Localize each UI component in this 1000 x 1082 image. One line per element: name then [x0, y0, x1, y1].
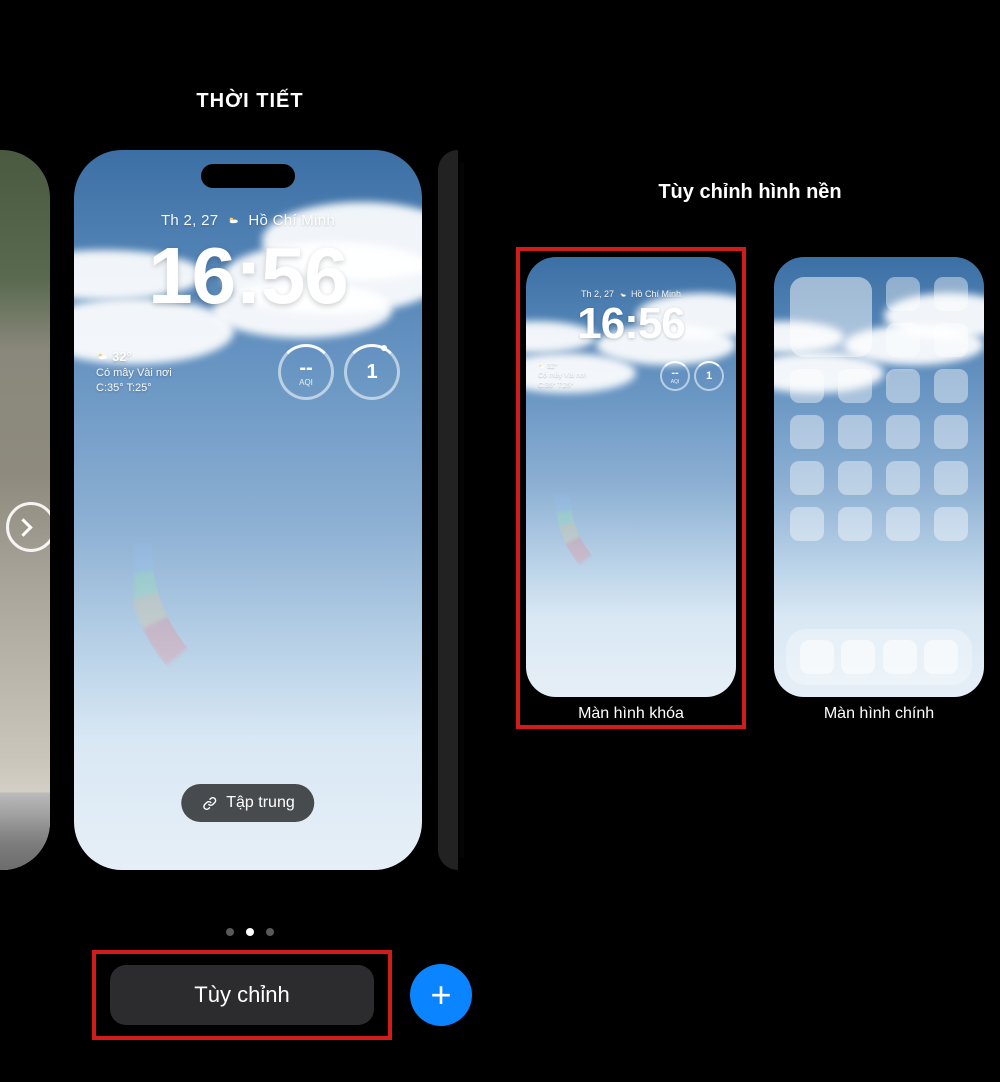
- dock-app-icon: [841, 640, 875, 674]
- dock-app-icon: [924, 640, 958, 674]
- weather-summary: Có mây Vài nơi: [538, 371, 586, 380]
- homescreen-thumb[interactable]: [774, 257, 984, 697]
- rainbow-decoration: [124, 370, 422, 730]
- home-icon-grid: [790, 277, 968, 541]
- lockscreen-time: 16:56: [74, 230, 422, 322]
- aqi-widget[interactable]: -- AQI: [278, 344, 334, 400]
- app-icon: [934, 323, 968, 357]
- left-pane: THỜI TIẾT Th 2, 27 Hồ Chí Minh 16:56: [0, 80, 500, 1082]
- app-icon: [838, 415, 872, 449]
- link-icon: [201, 795, 218, 812]
- homescreen-caption: Màn hình chính: [774, 705, 984, 723]
- weather-icon: [619, 291, 627, 299]
- app-icon: [934, 277, 968, 311]
- aqi-label: AQI: [299, 378, 313, 387]
- weather-icon: [227, 214, 240, 227]
- app-icon: [790, 369, 824, 403]
- page-dot: [226, 928, 234, 936]
- weather-icon: [96, 350, 109, 363]
- aqi-label: AQI: [671, 379, 680, 385]
- lockscreen-thumb-highlight: Th 2, 27 Hồ Chí Minh 16:56: [516, 247, 746, 729]
- dynamic-island: [201, 164, 295, 188]
- right-pane: Tùy chỉnh hình nền Th 2, 27: [500, 125, 1000, 875]
- lockscreen-location: Hồ Chí Minh: [631, 289, 681, 299]
- app-icon: [886, 277, 920, 311]
- app-icon: [838, 507, 872, 541]
- app-icon: [790, 461, 824, 495]
- previous-wallpaper-card[interactable]: [0, 150, 50, 870]
- home-widget: [790, 277, 872, 357]
- weather-summary: Có mây Vài nơi: [96, 366, 172, 381]
- aqi-value: --: [671, 367, 678, 379]
- app-icon: [886, 323, 920, 357]
- page-dot: [266, 928, 274, 936]
- customize-button[interactable]: Tùy chỉnh: [110, 965, 374, 1025]
- camera-shortcut-icon: [6, 502, 50, 552]
- rainbow-decoration: [554, 393, 736, 603]
- add-wallpaper-button[interactable]: +: [410, 964, 472, 1026]
- app-icon: [790, 415, 824, 449]
- customize-label: Tùy chỉnh: [194, 982, 289, 1008]
- customize-wallpaper-title: Tùy chỉnh hình nền: [500, 181, 1000, 204]
- home-dock: [786, 629, 972, 685]
- uv-value: 1: [366, 362, 377, 382]
- lockscreen-location: Hồ Chí Minh: [248, 212, 335, 229]
- uv-value: 1: [706, 370, 712, 382]
- uv-widget[interactable]: 1: [344, 344, 400, 400]
- app-icon: [934, 415, 968, 449]
- weather-temp: 32°: [547, 363, 558, 370]
- lockscreen-widgets-row: 32° Có mây Vài nơi C:35° T:25° -- AQI 1: [538, 361, 724, 391]
- aqi-widget: -- AQI: [660, 361, 690, 391]
- app-icon: [934, 507, 968, 541]
- app-icon: [886, 369, 920, 403]
- weather-temp: 32°: [112, 349, 132, 364]
- plus-icon: +: [430, 974, 451, 1016]
- app-icon: [934, 461, 968, 495]
- app-icon: [934, 369, 968, 403]
- lockscreen-time: 16:56: [526, 299, 736, 349]
- app-icon: [886, 461, 920, 495]
- next-wallpaper-card[interactable]: [438, 150, 458, 870]
- focus-button[interactable]: Tập trung: [181, 784, 314, 822]
- page-indicator: [0, 928, 500, 936]
- lockscreen-widgets-row: 32° Có mây Vài nơi C:35° T:25° -- AQI 1: [96, 340, 400, 404]
- focus-label: Tập trung: [226, 794, 294, 812]
- dock-app-icon: [800, 640, 834, 674]
- app-icon: [790, 507, 824, 541]
- lockscreen-date-row: Th 2, 27 Hồ Chí Minh: [526, 289, 736, 299]
- app-icon: [838, 369, 872, 403]
- lockscreen-date-row: Th 2, 27 Hồ Chí Minh: [74, 212, 422, 229]
- app-icon: [886, 415, 920, 449]
- current-wallpaper-card[interactable]: Th 2, 27 Hồ Chí Minh 16:56: [74, 150, 422, 870]
- weather-hilo: C:35° T:25°: [538, 381, 586, 390]
- weather-icon: [538, 363, 545, 370]
- aqi-value: --: [299, 358, 312, 378]
- lockscreen-thumb[interactable]: Th 2, 27 Hồ Chí Minh 16:56: [526, 257, 736, 697]
- weather-widget[interactable]: 32° Có mây Vài nơi C:35° T:25°: [96, 348, 172, 396]
- dock-app-icon: [883, 640, 917, 674]
- uv-widget: 1: [694, 361, 724, 391]
- app-icon: [886, 507, 920, 541]
- customize-highlight: Tùy chỉnh: [92, 950, 392, 1040]
- weather-widget: 32° Có mây Vài nơi C:35° T:25°: [538, 362, 586, 389]
- lockscreen-caption: Màn hình khóa: [526, 705, 736, 723]
- lockscreen-date: Th 2, 27: [161, 212, 218, 229]
- app-icon: [838, 461, 872, 495]
- lockscreen-date: Th 2, 27: [581, 289, 614, 299]
- page-dot-active: [246, 928, 254, 936]
- wallpaper-title: THỜI TIẾT: [0, 90, 500, 113]
- weather-hilo: C:35° T:25°: [96, 381, 172, 396]
